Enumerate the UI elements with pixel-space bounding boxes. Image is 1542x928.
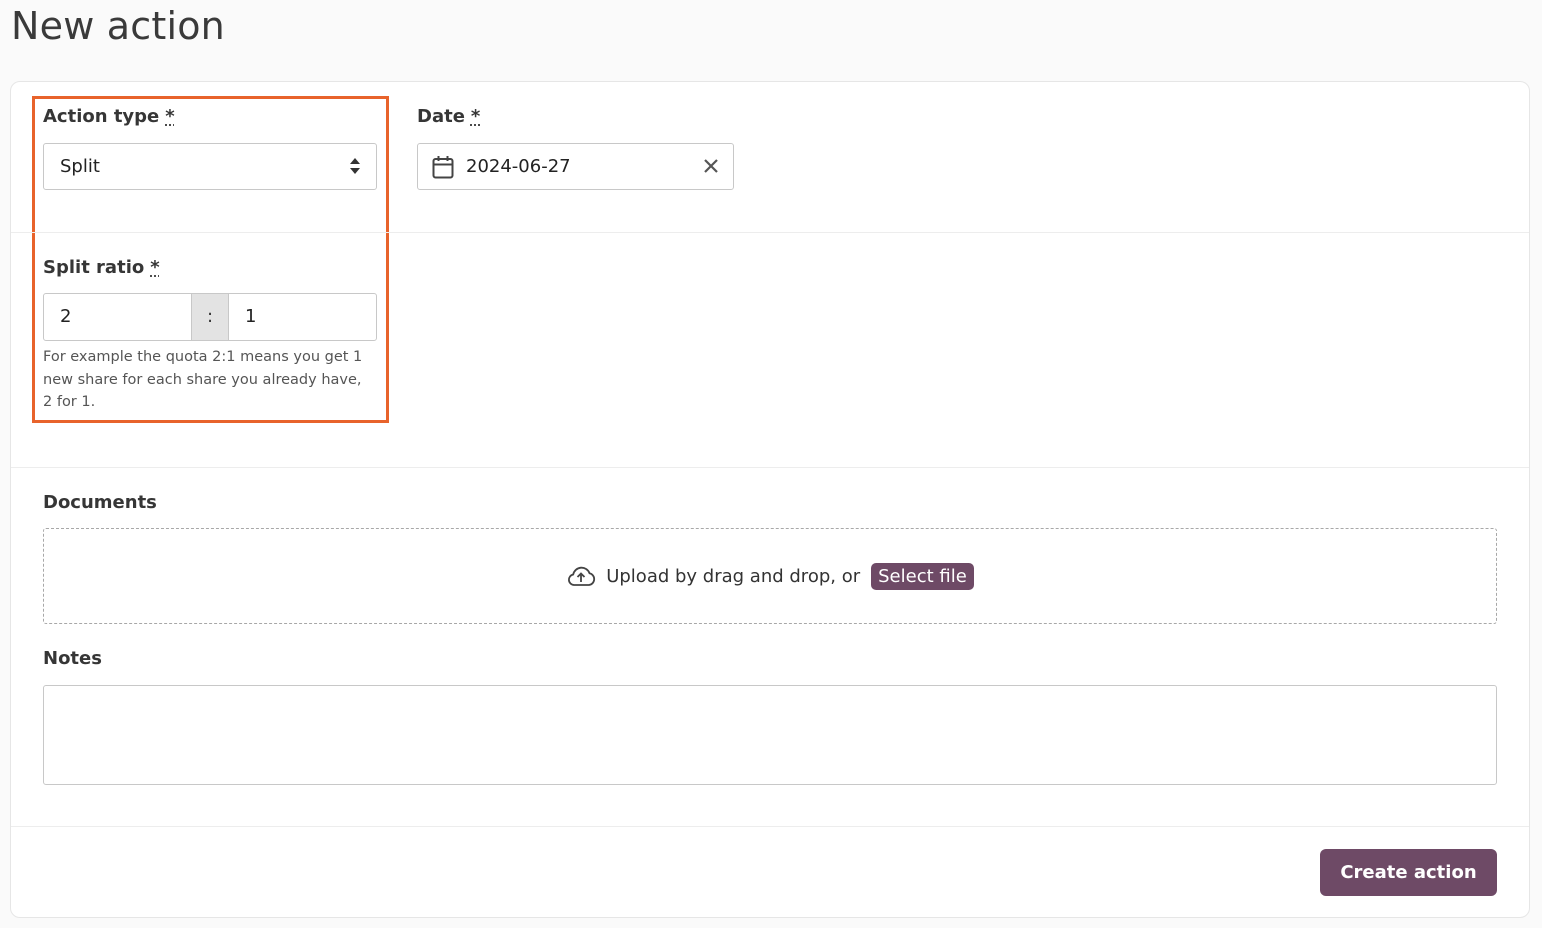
section-divider bbox=[11, 232, 1529, 233]
section-divider bbox=[11, 467, 1529, 468]
sort-arrows-icon bbox=[350, 158, 360, 174]
date-value: 2024-06-27 bbox=[466, 156, 571, 177]
select-file-button[interactable]: Select file bbox=[871, 562, 974, 590]
split-ratio-label: Split ratio * bbox=[43, 257, 160, 278]
cloud-upload-icon bbox=[568, 566, 596, 586]
required-mark: * bbox=[165, 106, 175, 127]
date-input[interactable]: 2024-06-27 bbox=[417, 143, 734, 190]
calendar-icon bbox=[432, 156, 454, 179]
document-dropzone[interactable]: Upload by drag and drop, or Select file bbox=[43, 528, 1497, 624]
dropzone-content: Upload by drag and drop, or Select file bbox=[44, 529, 1496, 623]
action-type-label: Action type * bbox=[43, 106, 175, 127]
notes-textarea[interactable] bbox=[43, 685, 1497, 785]
create-action-button[interactable]: Create action bbox=[1320, 849, 1497, 896]
close-icon[interactable] bbox=[703, 158, 719, 174]
upload-text: Upload by drag and drop, or bbox=[606, 565, 861, 587]
documents-label: Documents bbox=[43, 492, 157, 513]
split-ratio-help-text: For example the quota 2:1 means you get … bbox=[43, 349, 363, 410]
split-ratio-right-input[interactable]: 1 bbox=[228, 293, 377, 341]
action-type-select[interactable]: Split bbox=[43, 143, 377, 190]
action-type-value: Split bbox=[60, 156, 100, 177]
split-ratio-left-input[interactable]: 2 bbox=[43, 293, 192, 341]
date-label: Date * bbox=[417, 106, 481, 127]
action-form-card: Action type * Split Date * 2024-06-27 Spli… bbox=[10, 81, 1530, 918]
page-title: New action bbox=[11, 4, 225, 48]
split-ratio-separator: : bbox=[191, 293, 229, 341]
required-mark: * bbox=[150, 257, 160, 278]
required-mark: * bbox=[470, 106, 481, 127]
footer-divider bbox=[11, 826, 1529, 827]
notes-label: Notes bbox=[43, 648, 102, 669]
